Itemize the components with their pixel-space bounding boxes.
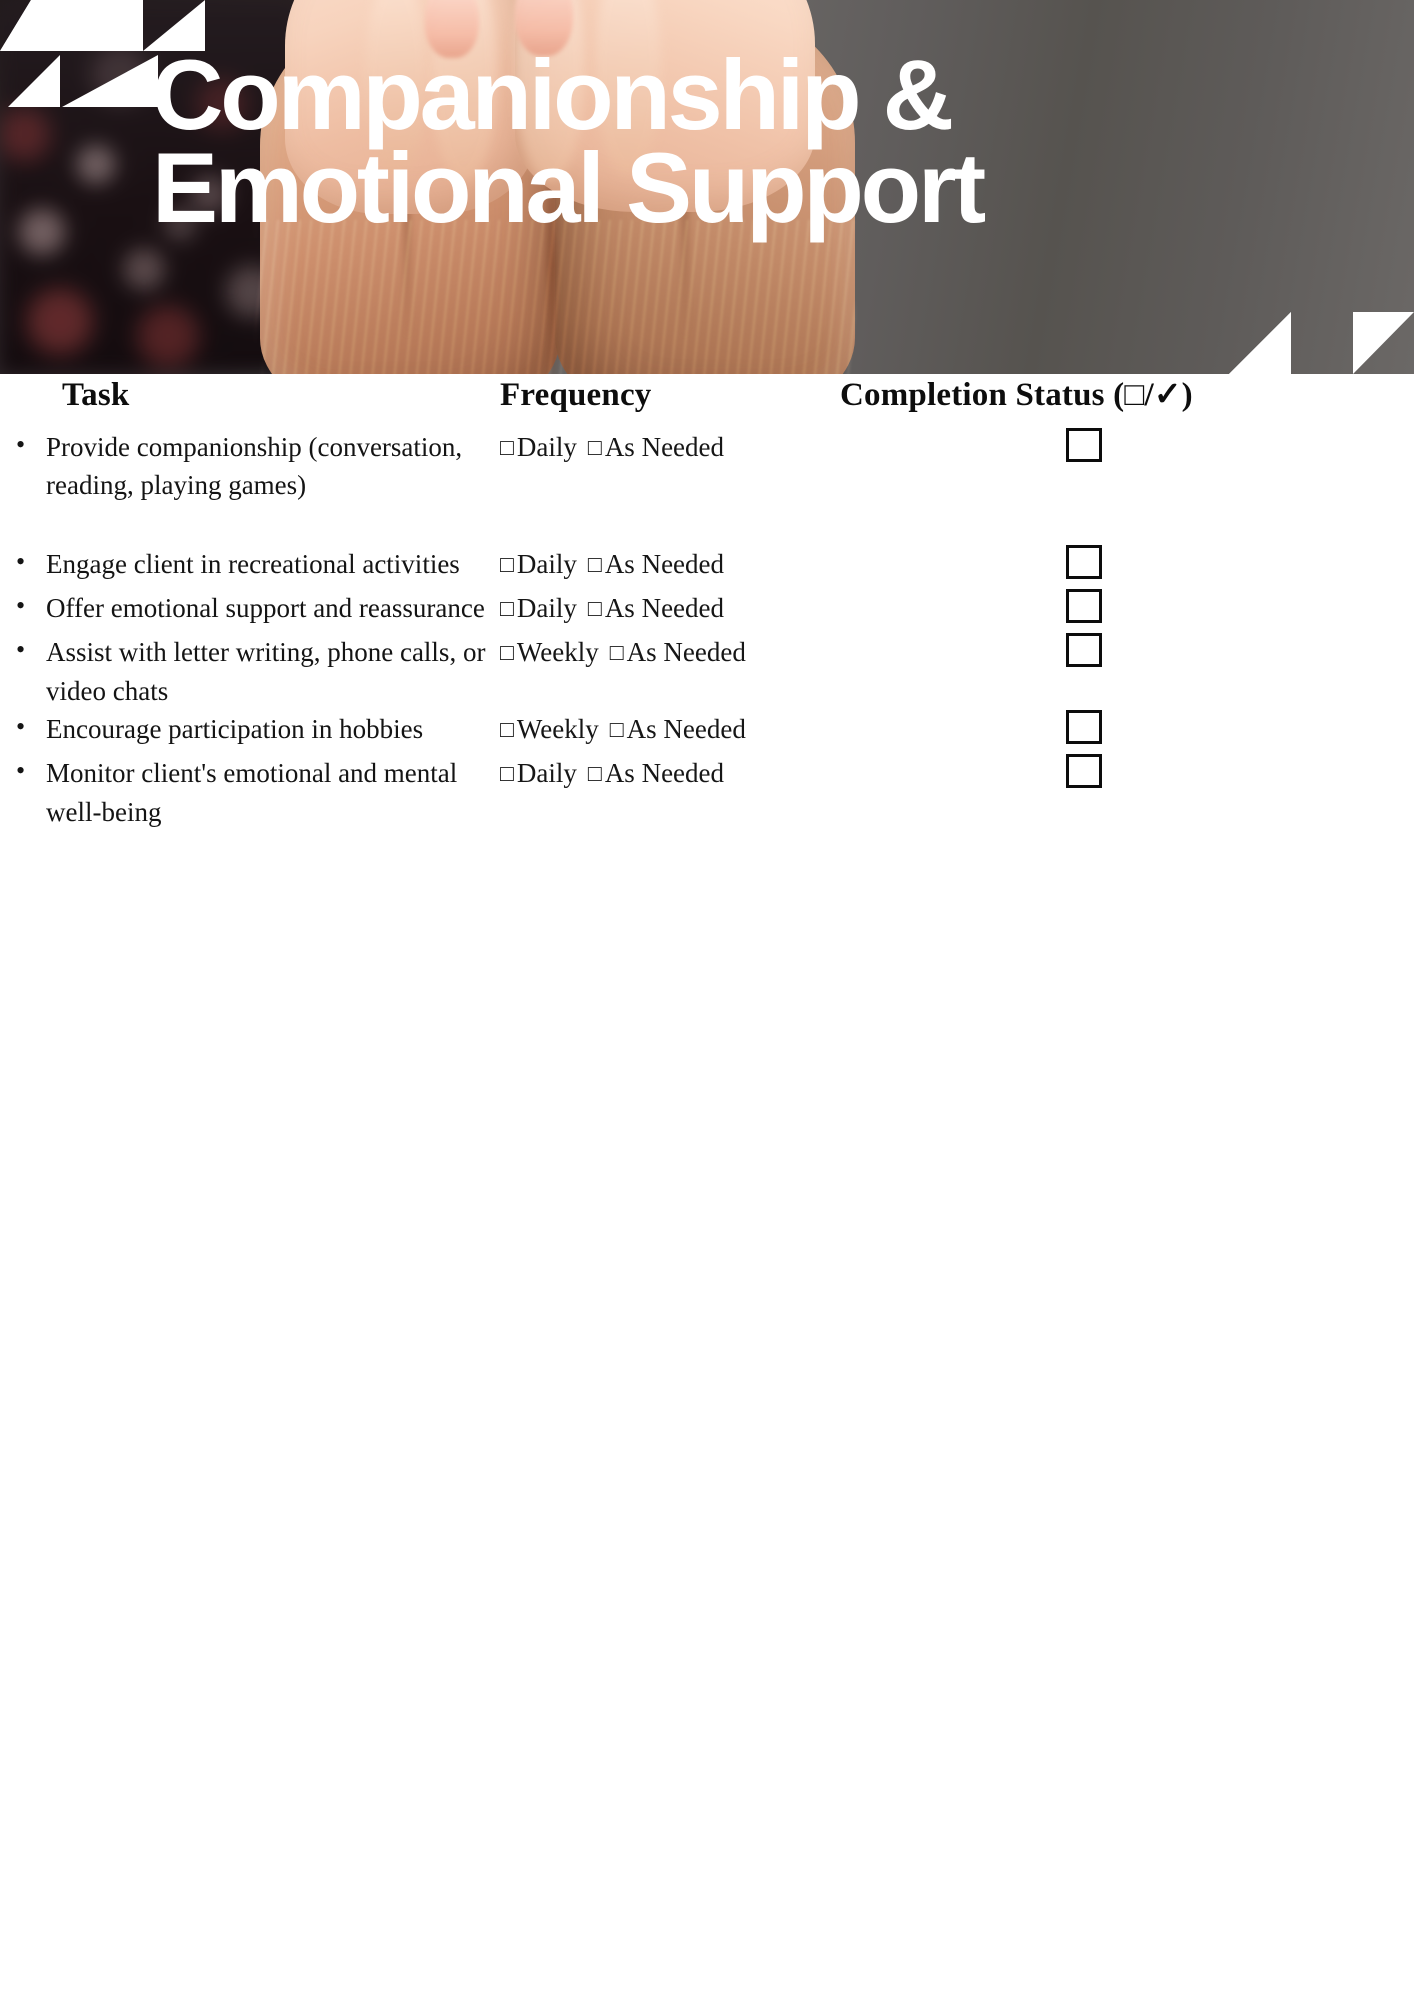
checkbox-icon[interactable]: □ [500,436,514,459]
hand-wrinkle-texture [255,220,855,374]
completion-status-cell [840,544,1414,589]
frequency-option-label: Daily [516,432,577,462]
column-header-frequency: Frequency [500,377,652,413]
table-row: Assist with letter writing, phone calls,… [0,632,1414,710]
frequency-option-label: Daily [516,758,577,789]
task-bullet-list: Engage client in recreational activities [0,544,500,583]
checkbox-icon[interactable]: □ [610,718,624,741]
task-bullet-list: Encourage participation in hobbies [0,709,500,748]
completion-status-cell [840,588,1414,633]
frequency-cell: □ Weekly □ As Needed [500,633,840,710]
page-title: Companionship & Emotional Support [152,39,986,244]
completion-status-checkbox[interactable] [1066,754,1102,789]
task-label: Offer emotional support and reassurance [16,588,500,627]
task-bullet-list: Offer emotional support and reassurance [0,588,500,627]
frequency-cell: □ Weekly □ As Needed [500,710,840,754]
task-cell: Encourage participation in hobbies [0,709,500,754]
frequency-option-label: Daily [516,592,577,623]
checkbox-icon[interactable]: □ [500,718,514,741]
column-header-task: Task [62,377,130,413]
task-label: Encourage participation in hobbies [16,709,500,748]
completion-status-cell [840,754,1414,831]
table-body: Provide companionship (conversation, rea… [0,427,1414,831]
completion-status-checkbox[interactable] [1066,544,1102,579]
table-row: Encourage participation in hobbies□Weekl… [0,709,1414,754]
table-row: Provide companionship (conversation, rea… [0,427,1414,545]
checkbox-icon[interactable]: □ [500,553,514,576]
frequency-option-label: As Needed [604,548,725,579]
task-cell: Provide companionship (conversation, rea… [0,427,500,545]
completion-status-cell [840,709,1414,754]
checkbox-icon[interactable]: □ [500,597,514,620]
table-row: Offer emotional support and reassurance□… [0,588,1414,633]
frequency-cell: □ Daily □ As Needed [500,545,840,589]
task-bullet-list: Assist with letter writing, phone calls,… [0,632,500,710]
checklist-sheet: Task Frequency Completion Status (□/✓) P… [0,374,1414,831]
task-label: Assist with letter writing, phone calls,… [16,632,500,710]
task-cell: Offer emotional support and reassurance [0,588,500,633]
frequency-cell: □ Daily □ As Needed [500,428,840,545]
frequency-option-label: As Needed [604,432,725,462]
checkbox-icon[interactable]: □ [610,641,624,664]
completion-status-checkbox[interactable] [1066,588,1102,623]
task-cell: Assist with letter writing, phone calls,… [0,632,500,710]
task-bullet-list: Monitor client's emotional and mental we… [0,753,500,831]
table-row: Engage client in recreational activities… [0,544,1414,589]
page-banner: Companionship & Emotional Support [0,0,1414,374]
triangle-cluster-icon-bottom-right [1229,252,1414,374]
task-bullet-list: Provide companionship (conversation, rea… [0,427,500,505]
task-label: Engage client in recreational activities [16,544,500,583]
frequency-option-label: Weekly [516,713,599,744]
checklist-table: Task Frequency Completion Status (□/✓) P… [0,374,1414,831]
frequency-option-label: As Needed [604,758,725,789]
checkbox-icon[interactable]: □ [588,597,602,620]
table-header: Task Frequency Completion Status (□/✓) [0,374,1414,428]
task-label: Provide companionship (conversation, rea… [16,427,500,505]
frequency-option-label: Weekly [516,637,599,668]
checkbox-icon[interactable]: □ [500,641,514,664]
frequency-option-label: As Needed [604,592,725,623]
frequency-option-label: Daily [516,548,577,579]
completion-status-cell [840,633,1414,710]
checkbox-icon[interactable]: □ [588,762,602,785]
completion-status-checkbox[interactable] [1066,428,1102,462]
frequency-cell: □ Daily □ As Needed [500,754,840,831]
completion-status-checkbox[interactable] [1066,633,1102,668]
task-cell: Monitor client's emotional and mental we… [0,753,500,831]
column-header-completion-status: Completion Status (□/✓) [840,377,1193,413]
task-cell: Engage client in recreational activities [0,544,500,589]
checkbox-icon[interactable]: □ [588,436,602,459]
frequency-cell: □ Daily □ As Needed [500,589,840,633]
table-header-row: Task Frequency Completion Status (□/✓) [0,374,1414,428]
completion-status-cell [840,428,1414,545]
checkbox-icon[interactable]: □ [500,762,514,785]
table-row: Monitor client's emotional and mental we… [0,753,1414,831]
completion-status-checkbox[interactable] [1066,709,1102,744]
task-label: Monitor client's emotional and mental we… [16,753,500,831]
frequency-option-label: As Needed [626,637,746,668]
checkbox-icon[interactable]: □ [588,553,602,576]
frequency-option-label: As Needed [626,713,746,744]
